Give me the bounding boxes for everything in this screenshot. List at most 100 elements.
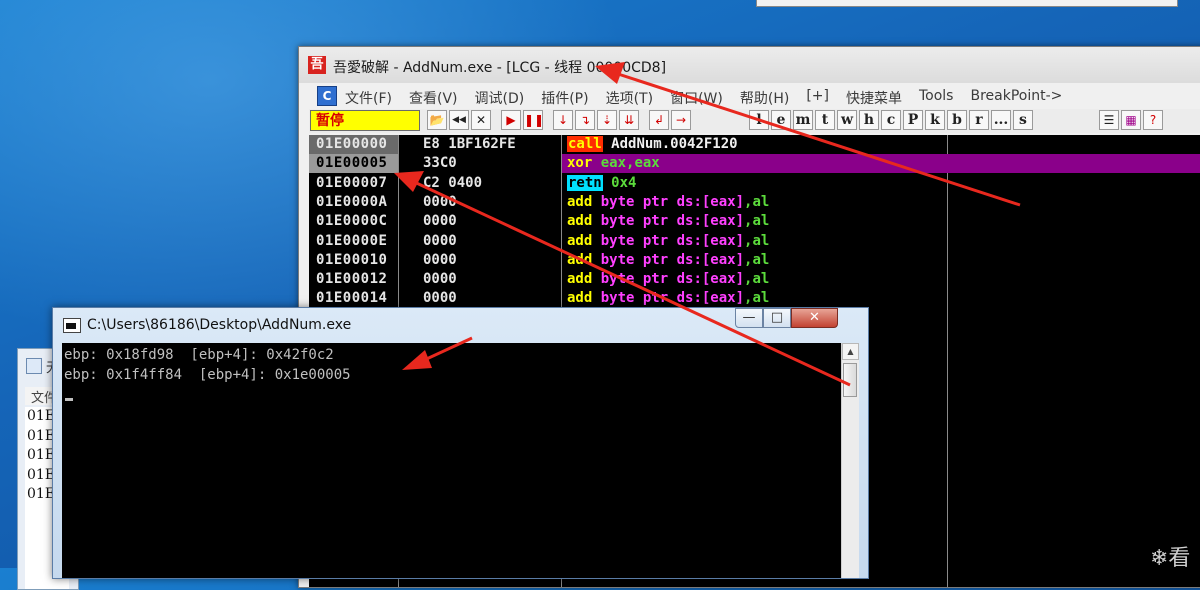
debugger-menu-bar: C 文件(F) 查看(V) 调试(D) 插件(P) 选项(T) 窗口(W) 帮助(H) [+]… [309,85,1200,107]
view-button[interactable]: c [881,110,901,130]
view-button[interactable]: ... [991,110,1011,130]
disasm-row[interactable]: 01E0000A 0000 add byte ptr ds:[eax],al [309,193,1200,212]
view-button[interactable]: r [969,110,989,130]
menu-item[interactable]: BreakPoint-> [970,88,1062,108]
view-button[interactable]: e [771,110,791,130]
menu-item[interactable]: 文件(F) [345,88,392,108]
open-icon[interactable]: 📂 [427,110,447,130]
mnemonic: add [567,213,593,230]
instruction: add byte ptr ds:[eax],al [567,252,769,268]
address: 01E00007 [316,174,388,191]
mnemonic: add [567,251,593,268]
view-button[interactable]: w [837,110,857,130]
goto-icon[interactable]: → [671,110,691,130]
operand: ,al [744,290,770,307]
debugger-toolbar: 暂停 📂 ◀◀ ✕ ▶ ❚❚ ↓ ↴ ⇣ ⇊ ↲ → l e m t w h c Pk b r... s ☰ ▦ ? [309,109,1200,133]
instruction: xor eax,eax [567,155,660,171]
instruction: add byte ptr ds:[eax],al [567,271,769,287]
operand: ,al [744,193,770,210]
console-output[interactable]: ebp: 0x18fd98 [ebp+4]: 0x42f0c2 ebp: 0x1f… [62,343,859,578]
operand: byte ptr ds:[eax] [600,193,745,210]
operand: byte ptr ds:[eax] [600,290,745,307]
instruction: retn 0x4 [567,174,636,191]
address: 01E0000A [316,193,388,210]
view-button[interactable]: k [925,110,945,130]
close-button[interactable]: ✕ [791,308,838,328]
view-button[interactable]: P [903,110,923,130]
debugger-title-bar[interactable]: 吾 吾愛破解 - AddNum.exe - [LCG - 线程 00000CD8… [299,47,1200,83]
disasm-row[interactable]: 01E0000C 0000 add byte ptr ds:[eax],al [309,212,1200,231]
disasm-row[interactable]: 01E00005 33C0 xor eax,eax [309,154,1200,174]
view-button[interactable]: m [793,110,813,130]
layout-icon[interactable]: ▦ [1121,110,1141,130]
operand: ,al [744,251,770,268]
maximize-button[interactable]: □ [763,308,791,328]
view-button[interactable]: t [815,110,835,130]
instruction: add byte ptr ds:[eax],al [567,233,769,249]
hex-dump: E8 1BF162FE [423,136,516,152]
disasm-row[interactable]: 01E00012 0000 add byte ptr ds:[eax],al [309,270,1200,289]
hex-dump: 0000 [423,193,457,210]
execute-till-return-icon[interactable]: ↲ [649,110,669,130]
disasm-row[interactable]: 01E0000E 0000 add byte ptr ds:[eax],al [309,232,1200,251]
address: 01E0000E [316,232,388,249]
mnemonic: add [567,290,593,307]
trace-into-icon[interactable]: ⇣ [597,110,617,130]
step-into-icon[interactable]: ↓ [553,110,573,130]
console-line: ebp: 0x18fd98 [ebp+4]: 0x42f0c2 [64,347,334,363]
operand: byte ptr ds:[eax] [600,251,745,268]
debug-control-buttons: 📂 ◀◀ ✕ ▶ ❚❚ ↓ ↴ ⇣ ⇊ ↲ → [427,110,693,130]
run-icon[interactable]: ▶ [501,110,521,130]
menu-item[interactable]: 帮助(H) [740,88,789,108]
menu-item[interactable]: 查看(V) [409,88,458,108]
trace-over-icon[interactable]: ⇊ [619,110,639,130]
disasm-row[interactable]: 01E00014 0000 add byte ptr ds:[eax],al [309,289,1200,308]
console-line: ebp: 0x1f4ff84 [ebp+4]: 0x1e00005 [64,367,351,383]
view-button[interactable]: h [859,110,879,130]
menu-item[interactable]: 选项(T) [606,88,653,108]
hex-dump: 0000 [423,232,457,249]
pause-icon[interactable]: ❚❚ [523,110,544,130]
mnemonic: xor [567,155,593,172]
step-over-icon[interactable]: ↴ [575,110,595,130]
view-window-buttons: l e m t w h c Pk b r... s [749,110,1035,130]
view-button[interactable]: b [947,110,967,130]
menu-item[interactable]: Tools [919,88,954,108]
menu-item[interactable]: 插件(P) [541,88,588,108]
menu-item[interactable]: [+] [806,88,829,108]
minimize-button[interactable]: — [735,308,763,328]
mnemonic: call [567,136,603,152]
instruction: add byte ptr ds:[eax],al [567,213,769,229]
cpu-window-icon[interactable]: C [317,86,337,106]
scroll-thumb[interactable] [843,363,857,397]
hex-dump: 0000 [423,251,457,268]
window-icon [26,358,42,374]
menu-item[interactable]: 调试(D) [475,88,525,108]
view-button[interactable]: s [1013,110,1033,130]
scroll-up-icon[interactable]: ▲ [842,343,859,360]
hex-dump: 0000 [423,271,457,288]
list-icon[interactable]: ☰ [1099,110,1119,130]
close-icon[interactable]: ✕ [471,110,491,130]
hex-dump: 0000 [423,290,457,307]
hex-dump: 0000 [423,213,457,230]
mnemonic: add [567,271,593,288]
console-window[interactable]: C:\Users\86186\Desktop\AddNum.exe — □ ✕ … [52,307,869,579]
menu-item[interactable]: 快捷菜单 [846,88,902,108]
vertical-scrollbar[interactable]: ▲ [841,343,859,578]
disasm-row[interactable]: 01E00000 E8 1BF162FE call AddNum.0042F120 [309,135,1200,154]
help-icon[interactable]: ? [1143,110,1163,130]
disasm-row[interactable]: 01E00010 0000 add byte ptr ds:[eax],al [309,251,1200,270]
console-icon [63,318,81,333]
menu-items: 文件(F) 查看(V) 调试(D) 插件(P) 选项(T) 窗口(W) 帮助(H) [+] 快捷… [345,88,1079,108]
disasm-row[interactable]: 01E00007 C2 0400 retn 0x4 [309,174,1200,193]
rewind-icon[interactable]: ◀◀ [449,110,469,130]
mnemonic: add [567,232,593,249]
view-button[interactable]: l [749,110,769,130]
watermark: ❄看 [1150,546,1191,571]
extra-toolbar-buttons: ☰ ▦ ? [1099,110,1165,130]
menu-item[interactable]: 窗口(W) [670,88,723,108]
instruction: add byte ptr ds:[eax],al [567,194,769,210]
operand: byte ptr ds:[eax] [600,213,745,230]
address: 01E00012 [316,271,388,288]
